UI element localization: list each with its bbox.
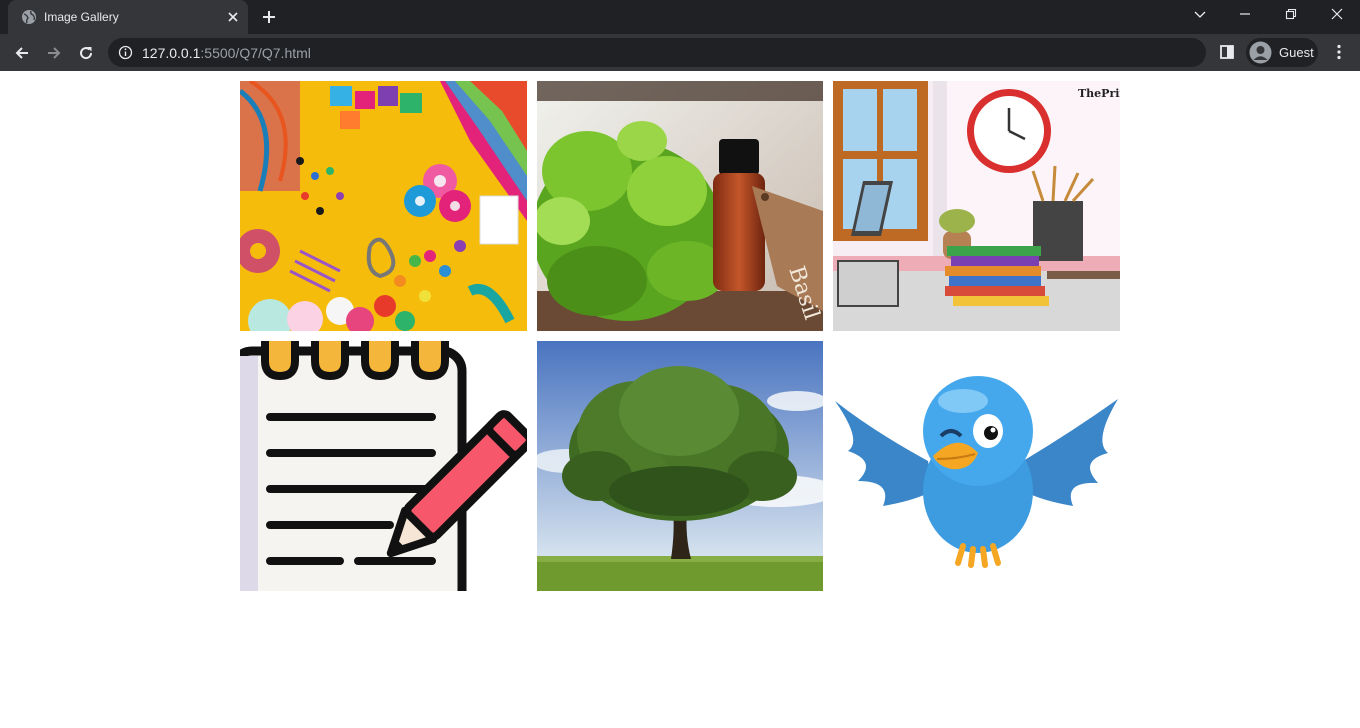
page-viewport: Basil ThePrint (0, 71, 1360, 728)
tab-title: Image Gallery (44, 10, 119, 24)
basil-oil-image[interactable]: Basil (537, 81, 823, 331)
tree-image[interactable] (537, 341, 823, 591)
reload-icon[interactable] (74, 41, 98, 65)
restore-icon[interactable] (1268, 0, 1314, 30)
svg-text:ThePrint: ThePrint (1078, 87, 1120, 100)
tab-search-icon[interactable] (1177, 0, 1223, 30)
back-arrow-icon[interactable] (10, 41, 34, 65)
forward-arrow-icon[interactable] (42, 41, 66, 65)
url-host: 127.0.0.1 (142, 45, 201, 61)
blue-bird-image[interactable] (833, 341, 1120, 591)
avatar-icon (1249, 41, 1272, 64)
notepad-pencil-image[interactable] (240, 341, 527, 591)
minimize-icon[interactable] (1222, 0, 1268, 30)
browser-tab[interactable]: Image Gallery (8, 0, 248, 34)
image-gallery: Basil ThePrint (240, 81, 1120, 591)
study-desk-image[interactable]: ThePrint (833, 81, 1120, 331)
globe-icon (21, 9, 37, 25)
address-bar[interactable]: 127.0.0.1:5500/Q7/Q7.html (108, 38, 1206, 67)
url-path: :5500/Q7/Q7.html (200, 45, 311, 61)
profile-label: Guest (1279, 45, 1314, 60)
more-menu-icon[interactable] (1330, 43, 1348, 61)
tab-strip: Image Gallery (0, 0, 1360, 34)
info-icon[interactable] (118, 45, 133, 60)
side-panel-icon[interactable] (1218, 43, 1236, 61)
browser-toolbar: 127.0.0.1:5500/Q7/Q7.html Guest (0, 34, 1360, 71)
close-window-icon[interactable] (1314, 0, 1360, 30)
profile-button[interactable]: Guest (1246, 38, 1318, 67)
craft-supplies-image[interactable] (240, 81, 527, 331)
new-tab-icon[interactable] (261, 9, 277, 25)
close-tab-icon[interactable] (226, 10, 240, 24)
url-text: 127.0.0.1:5500/Q7/Q7.html (142, 45, 311, 61)
